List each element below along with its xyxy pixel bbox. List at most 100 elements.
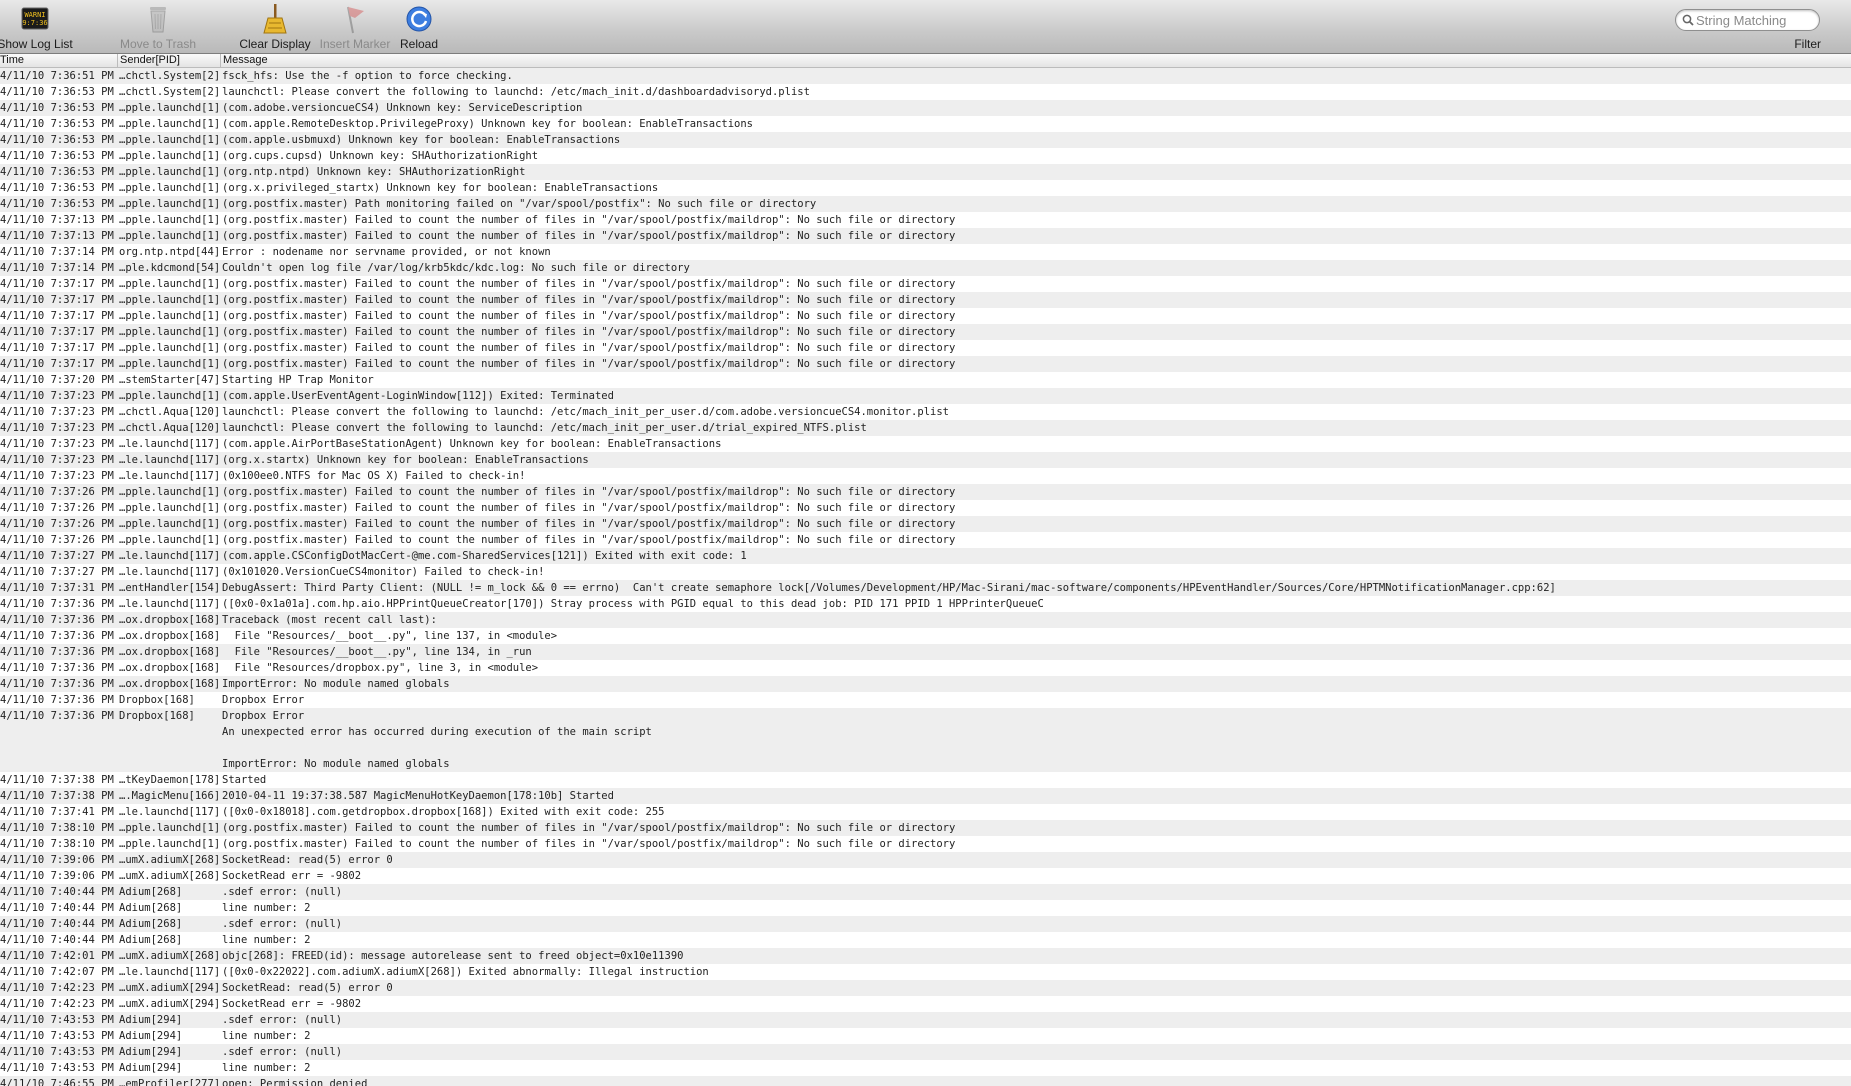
table-row[interactable]: 4/11/10 7:37:23 PM …le.launchd[117] (org.x…	[0, 452, 1851, 468]
table-row[interactable]: 4/11/10 7:37:23 PM …pple.launchd[1] (com.a…	[0, 388, 1851, 404]
table-row[interactable]: 4/11/10 7:36:53 PM …pple.launchd[1] (com.a…	[0, 116, 1851, 132]
table-row[interactable]: 4/11/10 7:37:17 PM …pple.launchd[1] (org.p…	[0, 276, 1851, 292]
show-log-list-button[interactable]: WARNI 9:7:36 Show Log List	[0, 3, 73, 51]
row-message: (org.postfix.master) Failed to count the…	[222, 534, 956, 546]
table-row[interactable]: 4/11/10 7:40:44 PM Adium[268] .sdef error:…	[0, 916, 1851, 932]
table-row[interactable]: 4/11/10 7:43:53 PM Adium[294] .sdef error:…	[0, 1044, 1851, 1060]
table-row[interactable]: 4/11/10 7:37:23 PM …chctl.Aqua[120] launch…	[0, 404, 1851, 420]
insert-marker-button[interactable]: Insert Marker	[318, 3, 392, 51]
search-input[interactable]	[1696, 11, 1814, 29]
table-row[interactable]: 4/11/10 7:46:55 PM …emProfiler[277] open: …	[0, 1076, 1851, 1086]
table-row[interactable]: 4/11/10 7:37:36 PM …ox.dropbox[168] Import…	[0, 676, 1851, 692]
table-row[interactable]: 4/11/10 7:37:41 PM …le.launchd[117] ([0x0-…	[0, 804, 1851, 820]
table-row[interactable]: 4/11/10 7:43:53 PM Adium[294] line number:…	[0, 1028, 1851, 1044]
table-row[interactable]: 4/11/10 7:36:53 PM …chctl.System[2] launch…	[0, 84, 1851, 100]
row-message: Traceback (most recent call last):	[222, 614, 437, 626]
log-table[interactable]: 4/11/10 7:36:51 PM …chctl.System[2] fsck_h…	[0, 68, 1851, 1086]
row-time: 4/11/10 7:37:31 PM	[0, 582, 114, 594]
table-row[interactable]: 4/11/10 7:37:23 PM …le.launchd[117] (com.a…	[0, 436, 1851, 452]
table-row[interactable]: 4/11/10 7:37:26 PM …pple.launchd[1] (org.p…	[0, 516, 1851, 532]
table-row[interactable]: 4/11/10 7:37:17 PM …pple.launchd[1] (org.p…	[0, 292, 1851, 308]
table-row[interactable]: 4/11/10 7:37:13 PM …pple.launchd[1] (org.p…	[0, 228, 1851, 244]
table-row[interactable]: 4/11/10 7:43:53 PM Adium[294] line number:…	[0, 1060, 1851, 1076]
table-row[interactable]: 4/11/10 7:42:23 PM …umX.adiumX[294] Socket…	[0, 996, 1851, 1012]
row-sender: …ox.dropbox[168]	[119, 662, 219, 674]
table-row[interactable]: 4/11/10 7:37:38 PM …tKeyDaemon[178] Starte…	[0, 772, 1851, 788]
clear-display-button[interactable]: Clear Display	[238, 3, 312, 51]
row-sender: …pple.launchd[1]	[119, 518, 219, 530]
column-header-message[interactable]: Message	[220, 54, 1851, 67]
table-row[interactable]: 4/11/10 7:36:53 PM …pple.launchd[1] (org.n…	[0, 164, 1851, 180]
table-row[interactable]: 4/11/10 7:42:01 PM …umX.adiumX[268] objc[2…	[0, 948, 1851, 964]
row-time: 4/11/10 7:40:44 PM	[0, 918, 114, 930]
row-sender: …pple.launchd[1]	[119, 214, 219, 226]
table-row[interactable]: 4/11/10 7:40:44 PM Adium[268] .sdef error:…	[0, 884, 1851, 900]
table-row[interactable]: 4/11/10 7:37:36 PM Dropbox[168] Dropbox Er…	[0, 692, 1851, 708]
table-row[interactable]: 4/11/10 7:37:27 PM …le.launchd[117] (com.a…	[0, 548, 1851, 564]
table-row[interactable]: 4/11/10 7:37:17 PM …pple.launchd[1] (org.p…	[0, 308, 1851, 324]
reload-button[interactable]: Reload	[399, 3, 439, 51]
table-row[interactable]: 4/11/10 7:36:53 PM …pple.launchd[1] (org.x…	[0, 180, 1851, 196]
table-row[interactable]: 4/11/10 7:37:36 PM …ox.dropbox[168] Traceb…	[0, 612, 1851, 628]
row-time: 4/11/10 7:38:10 PM	[0, 822, 114, 834]
table-row[interactable]: 4/11/10 7:42:23 PM …umX.adiumX[294] Socket…	[0, 980, 1851, 996]
table-row[interactable]: 4/11/10 7:40:44 PM Adium[268] line number:…	[0, 932, 1851, 948]
table-row[interactable]: 4/11/10 7:37:27 PM …le.launchd[117] (0x101…	[0, 564, 1851, 580]
table-row[interactable]: 4/11/10 7:36:53 PM …pple.launchd[1] (com.a…	[0, 132, 1851, 148]
table-row[interactable]: 4/11/10 7:37:36 PM …ox.dropbox[168] File …	[0, 660, 1851, 676]
table-row[interactable]: 4/11/10 7:39:06 PM …umX.adiumX[268] Socket…	[0, 868, 1851, 884]
table-row[interactable]: 4/11/10 7:37:36 PM …ox.dropbox[168] File …	[0, 644, 1851, 660]
table-row[interactable]: 4/11/10 7:37:14 PM org.ntp.ntpd[44] Error …	[0, 244, 1851, 260]
table-row[interactable]: 4/11/10 7:36:53 PM …pple.launchd[1] (com.a…	[0, 100, 1851, 116]
row-time: 4/11/10 7:37:23 PM	[0, 390, 114, 402]
row-time: 4/11/10 7:37:17 PM	[0, 358, 114, 370]
table-row[interactable]: 4/11/10 7:36:51 PM …chctl.System[2] fsck_h…	[0, 68, 1851, 84]
table-row[interactable]: 4/11/10 7:37:36 PM …ox.dropbox[168] File …	[0, 628, 1851, 644]
row-time: 4/11/10 7:37:41 PM	[0, 806, 114, 818]
column-header-sender[interactable]: Sender[PID]	[117, 54, 220, 67]
row-sender: …pple.launchd[1]	[119, 502, 219, 514]
table-row[interactable]: 4/11/10 7:36:53 PM …pple.launchd[1] (org.c…	[0, 148, 1851, 164]
row-time: 4/11/10 7:37:36 PM	[0, 662, 114, 674]
row-message: .sdef error: (null)	[222, 1046, 343, 1058]
trash-icon	[150, 7, 166, 33]
table-row[interactable]: 4/11/10 7:37:17 PM …pple.launchd[1] (org.p…	[0, 340, 1851, 356]
table-row[interactable]: 4/11/10 7:40:44 PM Adium[268] line number:…	[0, 900, 1851, 916]
table-row[interactable]: 4/11/10 7:36:53 PM …pple.launchd[1] (org.p…	[0, 196, 1851, 212]
row-sender: ….MagicMenu[166]	[119, 790, 219, 802]
row-sender: …pple.launchd[1]	[119, 182, 219, 194]
row-sender: Adium[268]	[119, 902, 183, 914]
table-row[interactable]: 4/11/10 7:37:26 PM …pple.launchd[1] (org.p…	[0, 484, 1851, 500]
table-row[interactable]: 4/11/10 7:37:36 PM …le.launchd[117] ([0x0-…	[0, 596, 1851, 612]
table-row[interactable]: 4/11/10 7:37:26 PM …pple.launchd[1] (org.p…	[0, 532, 1851, 548]
row-time: 4/11/10 7:40:44 PM	[0, 886, 114, 898]
table-row[interactable]: 4/11/10 7:37:13 PM …pple.launchd[1] (org.p…	[0, 212, 1851, 228]
column-header: Time Sender[PID] Message	[0, 54, 1851, 68]
row-time: 4/11/10 7:36:53 PM	[0, 118, 114, 130]
table-row[interactable]: 4/11/10 7:37:26 PM …pple.launchd[1] (org.p…	[0, 500, 1851, 516]
row-time: 4/11/10 7:37:36 PM	[0, 598, 114, 610]
row-time: 4/11/10 7:43:53 PM	[0, 1014, 114, 1026]
table-row[interactable]: 4/11/10 7:37:36 PM Dropbox[168] Dropbox Er…	[0, 708, 1851, 772]
table-row[interactable]: 4/11/10 7:37:38 PM ….MagicMenu[166] 2010-0…	[0, 788, 1851, 804]
search-field[interactable]	[1675, 9, 1820, 31]
row-time: 4/11/10 7:36:53 PM	[0, 182, 114, 194]
table-row[interactable]: 4/11/10 7:37:23 PM …chctl.Aqua[120] launch…	[0, 420, 1851, 436]
table-row[interactable]: 4/11/10 7:37:23 PM …le.launchd[117] (0x100…	[0, 468, 1851, 484]
table-row[interactable]: 4/11/10 7:37:17 PM …pple.launchd[1] (org.p…	[0, 356, 1851, 372]
insert-marker-label: Insert Marker	[319, 37, 391, 51]
table-row[interactable]: 4/11/10 7:37:20 PM …stemStarter[47] Starti…	[0, 372, 1851, 388]
move-to-trash-button[interactable]: Move to Trash	[118, 3, 198, 51]
table-row[interactable]: 4/11/10 7:42:07 PM …le.launchd[117] ([0x0-…	[0, 964, 1851, 980]
row-message: ImportError: No module named globals	[222, 678, 450, 690]
table-row[interactable]: 4/11/10 7:37:31 PM …entHandler[154] DebugA…	[0, 580, 1851, 596]
row-message: objc[268]: FREED(id): message autoreleas…	[222, 950, 684, 962]
table-row[interactable]: 4/11/10 7:37:14 PM …ple.kdcmond[54] Couldn…	[0, 260, 1851, 276]
table-row[interactable]: 4/11/10 7:43:53 PM Adium[294] .sdef error:…	[0, 1012, 1851, 1028]
table-row[interactable]: 4/11/10 7:37:17 PM …pple.launchd[1] (org.p…	[0, 324, 1851, 340]
column-header-time[interactable]: Time	[0, 54, 117, 67]
table-row[interactable]: 4/11/10 7:39:06 PM …umX.adiumX[268] Socket…	[0, 852, 1851, 868]
table-row[interactable]: 4/11/10 7:38:10 PM …pple.launchd[1] (org.p…	[0, 836, 1851, 852]
table-row[interactable]: 4/11/10 7:38:10 PM …pple.launchd[1] (org.p…	[0, 820, 1851, 836]
row-message: (org.postfix.master) Failed to count the…	[222, 294, 956, 306]
